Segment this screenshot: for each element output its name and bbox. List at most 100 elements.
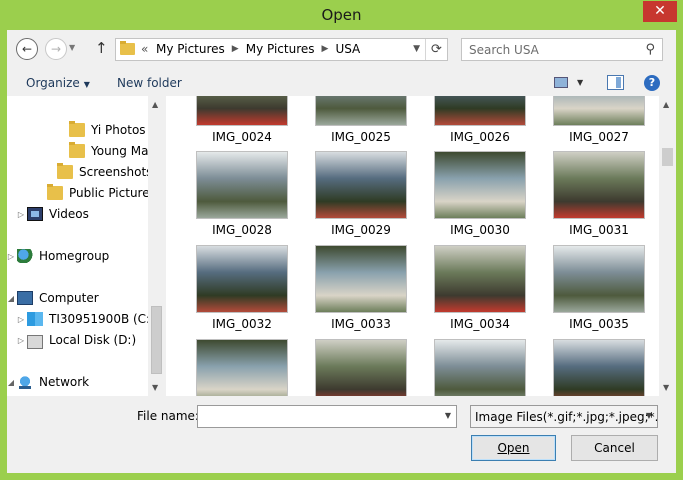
file-type-value: Image Files(*.gif;*.jpg;*.jpeg;*.b	[475, 410, 658, 424]
file-name-label[interactable]: IMG_0030	[430, 223, 530, 237]
address-bar[interactable]: « My Pictures ▶ My Pictures ▶ USA ▼ ⟳	[115, 38, 448, 61]
file-name-label[interactable]: IMG_0029	[311, 223, 411, 237]
breadcrumb-item[interactable]: USA	[335, 42, 360, 56]
nav-item-label: Computer	[39, 291, 99, 305]
file-name-label[interactable]: IMG_0031	[549, 223, 649, 237]
search-box[interactable]: Search USA ⚲	[461, 38, 663, 61]
help-icon[interactable]: ?	[644, 75, 660, 91]
breadcrumb-item[interactable]: My Pictures	[246, 42, 315, 56]
nav-item-screenshots[interactable]: Screenshots	[45, 162, 152, 182]
scroll-down-icon[interactable]: ▼	[152, 383, 158, 392]
nav-item-toshiba-pc[interactable]: ▷TOSHIBA-PC	[15, 393, 122, 396]
back-button[interactable]: ←	[16, 38, 38, 60]
file-thumbnail[interactable]	[553, 96, 645, 126]
breadcrumb-arrow-icon[interactable]: ▶	[322, 42, 329, 56]
file-thumbnail[interactable]	[434, 96, 526, 126]
nav-item-yi-photos[interactable]: Yi Photos	[57, 120, 146, 140]
file-thumbnail[interactable]	[196, 96, 288, 126]
file-type-select[interactable]: Image Files(*.gif;*.jpg;*.jpeg;*.b ▼	[470, 405, 658, 428]
file-thumbnail[interactable]	[315, 245, 407, 313]
expand-icon[interactable]: ▷	[15, 336, 27, 345]
chevron-down-icon[interactable]: ▼	[646, 411, 652, 420]
nav-item-young-mal[interactable]: Young Mal	[57, 141, 152, 161]
file-thumbnail[interactable]	[196, 245, 288, 313]
expand-icon[interactable]: ▷	[7, 252, 17, 261]
file-thumbnail[interactable]	[553, 151, 645, 219]
file-name-input[interactable]: ▼	[197, 405, 457, 428]
file-name-label[interactable]: IMG_0034	[430, 317, 530, 331]
file-thumbnail[interactable]	[553, 245, 645, 313]
nav-item-computer[interactable]: ◢ Computer	[7, 288, 99, 308]
file-view-scrollbar[interactable]: ▲ ▼	[659, 96, 676, 396]
open-button[interactable]: Open	[471, 435, 556, 461]
file-name-label[interactable]: IMG_0024	[192, 130, 292, 144]
navigation-scrollbar[interactable]: ▲ ▼	[148, 96, 165, 396]
open-dialog: Open ✕ ← → ▼ ↑ « My Pictures ▶ My Pictures…	[0, 0, 683, 480]
chevron-down-icon: ▼	[83, 80, 90, 89]
forward-button[interactable]: →	[45, 38, 67, 60]
expand-icon[interactable]: ▷	[15, 210, 27, 219]
nav-item-label: Yi Photos	[91, 123, 146, 137]
close-button[interactable]: ✕	[643, 1, 677, 22]
folder-icon	[57, 163, 73, 179]
nav-item-label: Videos	[49, 207, 89, 221]
scroll-up-icon[interactable]: ▲	[152, 100, 158, 109]
file-name-label: File name:	[137, 409, 199, 423]
nav-item-label: TI30951900B (C:)	[49, 312, 155, 326]
file-name-label[interactable]: IMG_0033	[311, 317, 411, 331]
file-name-label[interactable]: IMG_0027	[549, 130, 649, 144]
search-input[interactable]: Search USA	[469, 43, 539, 57]
scroll-up-icon[interactable]: ▲	[663, 100, 669, 109]
recent-locations-dropdown[interactable]: ▼	[69, 43, 75, 52]
file-thumbnail[interactable]	[434, 245, 526, 313]
up-folder-button[interactable]: ↑	[95, 39, 108, 57]
title-bar[interactable]: Open ✕	[0, 0, 683, 30]
expand-icon[interactable]: ◢	[7, 294, 17, 303]
file-thumbnail[interactable]	[315, 151, 407, 219]
refresh-button[interactable]: ⟳	[425, 39, 447, 60]
chevron-down-icon[interactable]: ▼	[445, 411, 451, 420]
nav-item-label: Screenshots	[79, 165, 153, 179]
expand-icon[interactable]: ◢	[7, 378, 17, 387]
address-dropdown-icon[interactable]: ▼	[413, 42, 420, 54]
organize-label: Organize	[26, 76, 80, 90]
breadcrumb-item[interactable]: My Pictures	[156, 42, 225, 56]
expand-icon[interactable]: ▷	[15, 315, 27, 324]
nav-item-public-pictures[interactable]: Public Pictures	[35, 183, 156, 203]
file-thumbnail[interactable]	[196, 151, 288, 219]
breadcrumb-arrow-icon[interactable]: ▶	[232, 42, 239, 56]
preview-pane-icon[interactable]	[607, 75, 624, 90]
file-name-label[interactable]: IMG_0032	[192, 317, 292, 331]
computer-icon	[17, 291, 33, 305]
nav-item-homegroup[interactable]: ▷ Homegroup	[7, 246, 109, 266]
file-name-label[interactable]: IMG_0026	[430, 130, 530, 144]
search-icon[interactable]: ⚲	[645, 42, 655, 57]
scrollbar-thumb[interactable]	[151, 306, 162, 374]
organize-button[interactable]: Organize ▼	[26, 76, 90, 90]
file-thumbnail[interactable]	[315, 339, 407, 396]
file-thumbnail[interactable]	[434, 151, 526, 219]
nav-item-ti30951900b-c[interactable]: ▷ TI30951900B (C:)	[15, 309, 155, 329]
open-label: Open	[497, 441, 530, 455]
scroll-down-icon[interactable]: ▼	[663, 383, 669, 392]
file-thumbnail[interactable]	[434, 339, 526, 396]
new-folder-button[interactable]: New folder	[117, 76, 182, 90]
dialog-client: ← → ▼ ↑ « My Pictures ▶ My Pictures ▶ USA ▼ …	[7, 30, 676, 473]
file-thumbnail[interactable]	[553, 339, 645, 396]
nav-item-videos[interactable]: ▷ Videos	[15, 204, 89, 224]
file-name-label[interactable]: IMG_0035	[549, 317, 649, 331]
nav-item-network[interactable]: ◢ Network	[7, 372, 89, 392]
breadcrumb: My Pictures ▶ My Pictures ▶ USA	[156, 42, 360, 56]
navigation-pane: Yi Photos Young Mal Screenshots Public Pict…	[7, 96, 165, 396]
breadcrumb-overflow[interactable]: «	[141, 42, 148, 56]
folder-icon	[69, 142, 85, 158]
scrollbar-thumb[interactable]	[662, 148, 673, 166]
change-view-icon[interactable]	[554, 77, 568, 88]
file-thumbnail[interactable]	[196, 339, 288, 396]
nav-item-local-disk-d[interactable]: ▷ Local Disk (D:)	[15, 330, 136, 350]
file-name-label[interactable]: IMG_0028	[192, 223, 292, 237]
cancel-button[interactable]: Cancel	[571, 435, 658, 461]
view-options-dropdown-icon[interactable]: ▼	[577, 78, 583, 87]
file-thumbnail[interactable]	[315, 96, 407, 126]
file-name-label[interactable]: IMG_0025	[311, 130, 411, 144]
